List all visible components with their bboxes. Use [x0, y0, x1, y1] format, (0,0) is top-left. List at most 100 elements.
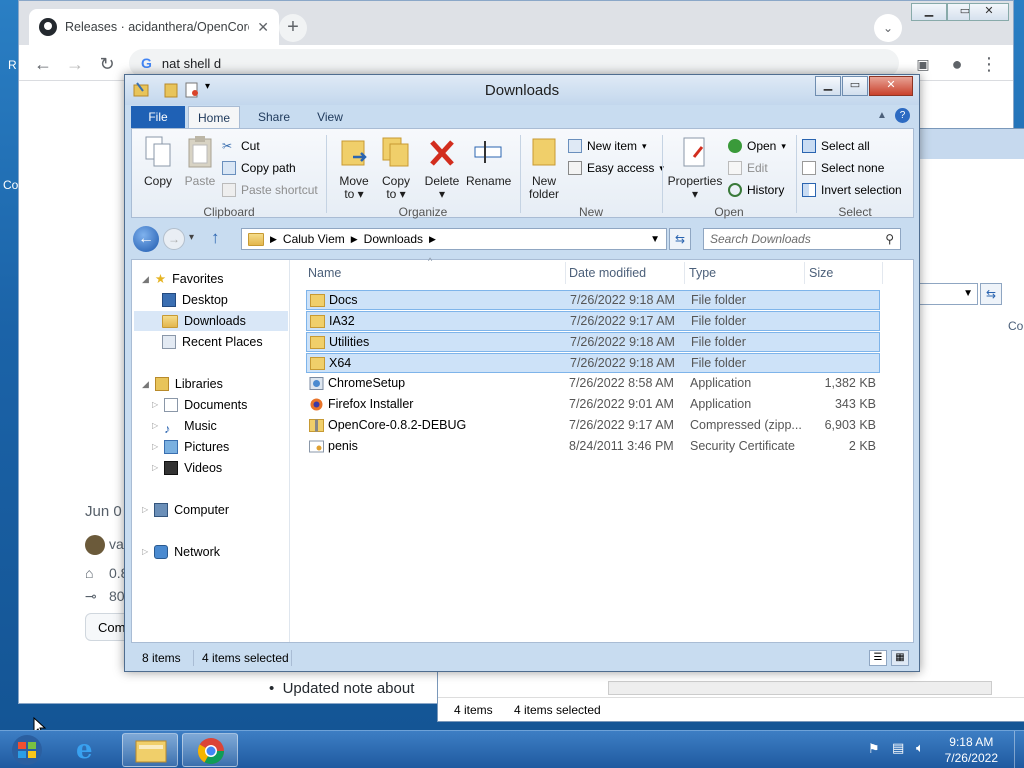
- ribbon-separator: [520, 135, 521, 213]
- history-button[interactable]: History: [728, 183, 784, 197]
- nav-desktop[interactable]: Desktop: [162, 290, 228, 310]
- help-icon[interactable]: ?: [895, 108, 910, 123]
- minimize-button[interactable]: ▁: [815, 76, 841, 96]
- show-desktop-button[interactable]: [1014, 731, 1024, 768]
- nav-videos[interactable]: ▷ Videos: [152, 458, 222, 478]
- address-dropdown-icon[interactable]: ▼: [918, 283, 978, 305]
- column-name[interactable]: Name: [304, 262, 566, 284]
- tab-view[interactable]: View: [305, 106, 355, 128]
- nav-pictures[interactable]: ▷ Pictures: [152, 437, 229, 457]
- address-dropdown-icon[interactable]: ▼: [650, 234, 660, 245]
- back-icon[interactable]: ←: [31, 52, 55, 76]
- refresh-icon[interactable]: ⇆: [980, 283, 1002, 305]
- browser-tab[interactable]: Releases · acidanthera/OpenCore ✕: [29, 9, 279, 45]
- network-status-icon[interactable]: ▤: [892, 740, 904, 756]
- invert-selection-button[interactable]: Invert selection: [802, 183, 902, 197]
- edit-button[interactable]: Edit: [728, 161, 768, 175]
- large-icons-view-icon[interactable]: ▦: [891, 650, 909, 666]
- side-panel-icon[interactable]: ▣: [911, 52, 935, 76]
- profile-icon[interactable]: ●: [945, 52, 969, 76]
- release-date: Jun 0: [85, 503, 122, 520]
- tab-search-icon[interactable]: ⌄: [874, 14, 902, 42]
- new-folder-button[interactable]: New folder: [524, 135, 564, 201]
- nav-libraries[interactable]: ◢ Libraries: [142, 374, 223, 394]
- column-type[interactable]: Type: [685, 262, 805, 284]
- select-all-button[interactable]: Select all: [802, 139, 870, 153]
- easy-access-button[interactable]: Easy access▾: [568, 161, 664, 175]
- reload-icon[interactable]: ↻: [95, 52, 119, 76]
- documents-icon: [164, 398, 179, 412]
- omnibox[interactable]: G nat shell d: [129, 49, 899, 77]
- title-bar[interactable]: ▾ Downloads ▁ ▭ ✕: [125, 75, 919, 105]
- move-to-button[interactable]: Move to ▾: [334, 135, 374, 201]
- file-row[interactable]: Firefox Installer 7/26/2022 9:01 AM Appl…: [306, 395, 880, 415]
- system-clock[interactable]: 9:18 AM 7/26/2022: [945, 734, 998, 766]
- delete-button[interactable]: Delete ▾: [422, 135, 462, 201]
- maximize-button[interactable]: ▭: [842, 76, 868, 96]
- close-button[interactable]: ✕: [869, 76, 913, 96]
- start-button[interactable]: [6, 734, 48, 766]
- rename-button[interactable]: Rename: [466, 135, 511, 188]
- menu-icon[interactable]: ⋮: [977, 52, 1001, 76]
- commit-icon: ⊸: [85, 588, 97, 604]
- copy-to-button[interactable]: Copy to ▾: [376, 135, 416, 201]
- select-none-button[interactable]: Select none: [802, 161, 884, 175]
- column-size[interactable]: Size: [805, 262, 883, 284]
- release-commit[interactable]: 80: [109, 588, 125, 604]
- chrome-taskbar-button[interactable]: [182, 733, 238, 767]
- nav-downloads[interactable]: Downloads: [134, 311, 288, 331]
- file-row[interactable]: Docs 7/26/2022 9:18 AM File folder: [306, 290, 880, 310]
- forward-icon[interactable]: →: [163, 228, 185, 250]
- copy-path-button[interactable]: Copy path: [222, 161, 296, 175]
- file-row[interactable]: OpenCore-0.8.2-DEBUG 7/26/2022 9:17 AM C…: [306, 416, 880, 436]
- nav-network[interactable]: ▷ Network: [142, 542, 220, 562]
- nav-recent-places[interactable]: Recent Places: [162, 332, 263, 352]
- file-type: File folder: [691, 356, 746, 370]
- action-center-flag-icon[interactable]: ⚑: [868, 741, 880, 757]
- column-date-modified[interactable]: Date modified: [565, 262, 685, 284]
- file-date: 7/26/2022 8:58 AM: [569, 376, 674, 390]
- up-icon[interactable]: ↑: [211, 228, 220, 248]
- cut-button[interactable]: ✂ Cut: [222, 139, 260, 153]
- close-tab-icon[interactable]: ✕: [257, 19, 269, 36]
- breadcrumb-downloads[interactable]: Downloads: [364, 232, 423, 246]
- tab-share[interactable]: Share: [249, 106, 299, 128]
- file-explorer-taskbar-button[interactable]: [122, 733, 178, 767]
- column-header[interactable]: Co: [1008, 319, 1023, 333]
- nav-documents[interactable]: ▷ Documents: [152, 395, 247, 415]
- paste-shortcut-button[interactable]: Paste shortcut: [222, 183, 318, 197]
- copy-button[interactable]: Copy: [138, 135, 178, 188]
- file-list: ^ Name Date modified Type Size Docs 7/26…: [292, 256, 913, 642]
- tab-file[interactable]: File: [131, 106, 185, 128]
- file-row[interactable]: X64 7/26/2022 9:18 AM File folder: [306, 353, 880, 373]
- file-row[interactable]: ChromeSetup 7/26/2022 8:58 AM Applicatio…: [306, 374, 880, 394]
- file-row[interactable]: penis 8/24/2011 3:46 PM Security Certifi…: [306, 437, 880, 457]
- minimize-ribbon-icon[interactable]: ▲: [877, 110, 887, 121]
- nav-music[interactable]: ▷ ♪ Music: [152, 416, 217, 436]
- new-item-button[interactable]: New item ▾: [568, 139, 647, 153]
- search-input[interactable]: Search Downloads ⚲: [703, 228, 901, 250]
- ribbon: Copy Paste ✂ Cut Copy path Paste shortcut…: [131, 128, 914, 219]
- nav-computer[interactable]: ▷ Computer: [142, 500, 229, 520]
- details-view-icon[interactable]: ☰: [869, 650, 887, 666]
- tab-home[interactable]: Home: [188, 106, 240, 128]
- open-button[interactable]: Open ▾: [728, 139, 786, 153]
- address-field[interactable]: ▶ Calub Viem ▶ Downloads ▶ ▼: [241, 228, 667, 250]
- file-row[interactable]: Utilities 7/26/2022 9:18 AM File folder: [306, 332, 880, 352]
- minimize-button[interactable]: ▁: [911, 3, 947, 21]
- new-tab-button[interactable]: +: [279, 14, 307, 42]
- properties-button[interactable]: Properties ▾: [666, 135, 724, 201]
- recent-locations-icon[interactable]: ▾: [189, 232, 194, 243]
- horizontal-scrollbar[interactable]: [608, 681, 992, 695]
- forward-icon[interactable]: →: [63, 52, 87, 76]
- internet-explorer-taskbar-button[interactable]: e: [62, 733, 118, 767]
- volume-muted-icon[interactable]: 🔈︎: [916, 740, 924, 756]
- release-author[interactable]: va: [109, 536, 124, 552]
- refresh-icon[interactable]: ⇆: [669, 228, 691, 250]
- close-button[interactable]: ✕: [969, 3, 1009, 21]
- breadcrumb-user[interactable]: Calub Viem: [283, 232, 345, 246]
- nav-favorites[interactable]: ◢ ★ Favorites: [142, 269, 224, 289]
- file-row[interactable]: IA32 7/26/2022 9:17 AM File folder: [306, 311, 880, 331]
- paste-button[interactable]: Paste: [182, 135, 218, 188]
- back-icon[interactable]: ←: [133, 226, 159, 252]
